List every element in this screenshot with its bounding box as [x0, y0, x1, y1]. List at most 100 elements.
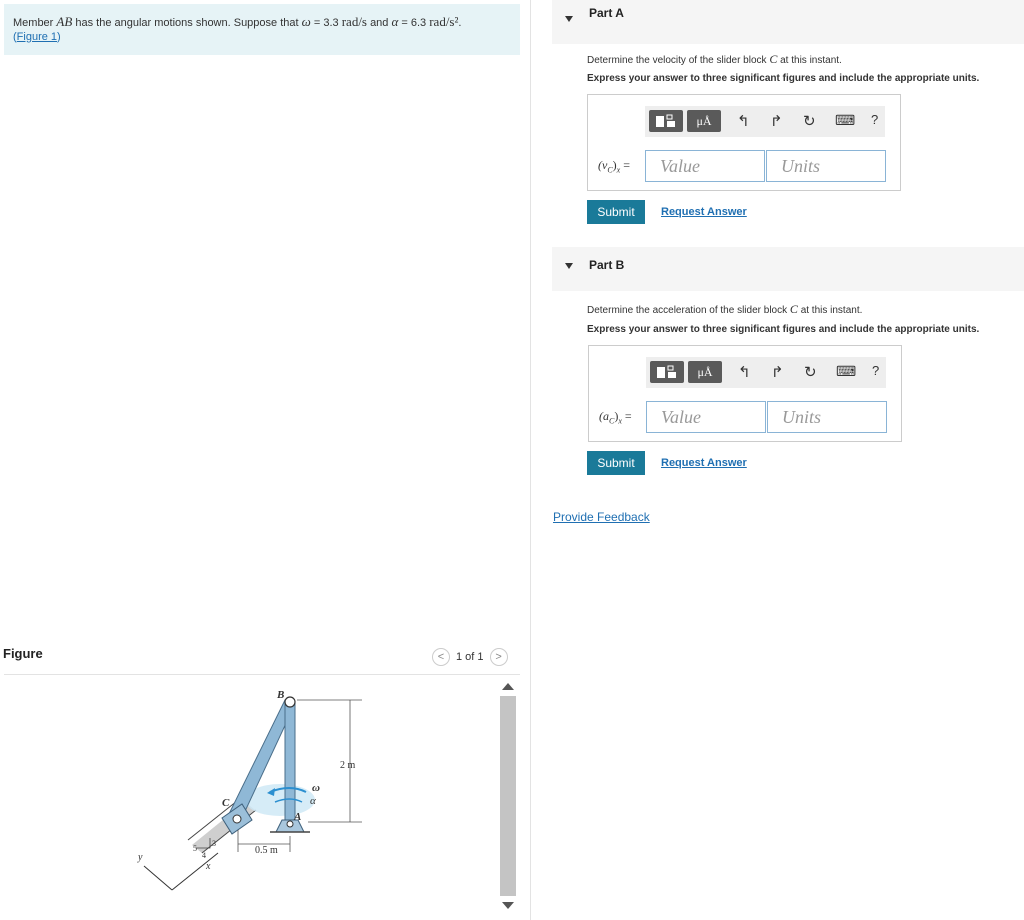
units-button[interactable]: μÅ — [687, 110, 721, 132]
units-input[interactable]: Units — [766, 150, 886, 182]
part-a-header[interactable]: Part A — [552, 0, 1024, 44]
part-a-instruction: Express your answer to three significant… — [587, 73, 980, 84]
scroll-thumb[interactable] — [500, 696, 516, 896]
figure-link-close: ) — [57, 31, 61, 43]
keyboard-icon[interactable]: ⌨ — [835, 112, 855, 129]
question-text-post: at this instant. — [800, 305, 863, 316]
part-b-title: Part B — [589, 258, 625, 272]
provide-feedback-link[interactable]: Provide Feedback — [553, 510, 650, 524]
label-axis-x: x — [205, 861, 211, 872]
pin-b — [284, 696, 296, 708]
value-input[interactable]: Value — [646, 401, 766, 433]
part-a-title: Part A — [589, 6, 624, 20]
velocity-label: (vC)x = — [598, 158, 630, 174]
pin-c — [232, 814, 242, 824]
template-icon — [656, 114, 675, 127]
label-main: (v — [598, 158, 608, 172]
part-b-header[interactable]: Part B — [552, 247, 1024, 291]
template-icon — [657, 365, 676, 378]
help-icon[interactable]: ? — [872, 363, 879, 378]
label-main: (a — [599, 409, 609, 423]
label-eq: = — [620, 158, 631, 172]
omega-value: = 3.3 — [313, 17, 339, 29]
question-var: C — [789, 302, 798, 316]
label-slope-4: 4 — [202, 851, 206, 860]
template-button[interactable] — [650, 361, 684, 383]
collapse-triangle-icon[interactable] — [565, 16, 573, 22]
label-omega: ω — [312, 782, 320, 794]
axis-y-line — [143, 865, 173, 891]
template-button[interactable] — [649, 110, 683, 132]
mechanism-figure: B C A ω α 2 m 0.5 m 5 4 3 y x — [137, 689, 362, 891]
problem-text-mid: has the angular motions shown. Suppose t… — [75, 17, 299, 29]
undo-icon[interactable]: ↰ — [737, 112, 750, 130]
label-c: C — [222, 797, 230, 809]
redo-icon[interactable]: ↱ — [771, 363, 784, 381]
problem-statement: Member AB has the angular motions shown.… — [4, 4, 520, 55]
label-05m: 0.5 m — [255, 845, 278, 856]
part-a-answer-box: μÅ ↰ ↱ ↻ ⌨ ? (vC)x = Value Units — [587, 94, 901, 191]
part-b-question: Determine the acceleration of the slider… — [587, 302, 862, 317]
problem-text: Member — [13, 17, 54, 29]
member-ab — [284, 701, 296, 828]
part-b-instruction: Express your answer to three significant… — [587, 324, 980, 335]
part-a-submit-button[interactable]: Submit — [587, 200, 645, 224]
label-2m: 2 m — [340, 760, 356, 771]
pin-a — [286, 820, 294, 828]
question-text: Determine the velocity of the slider blo… — [587, 55, 767, 66]
units-icon: μÅ — [696, 113, 712, 128]
figure-link-line: (Figure 1) — [13, 31, 511, 43]
reset-icon[interactable]: ↻ — [803, 112, 816, 130]
part-b-request-answer-link[interactable]: Request Answer — [661, 457, 747, 469]
part-b-submit-button[interactable]: Submit — [587, 451, 645, 475]
collapse-triangle-icon[interactable] — [565, 263, 573, 269]
part-a-question: Determine the velocity of the slider blo… — [587, 52, 842, 67]
undo-icon[interactable]: ↰ — [738, 363, 751, 381]
omega-symbol: ω — [301, 14, 311, 29]
column-divider — [530, 0, 531, 920]
figure-link[interactable]: Figure 1 — [17, 31, 57, 43]
prev-figure-button[interactable]: < — [432, 648, 450, 666]
chevron-right-icon: > — [495, 651, 502, 663]
label-slope-3: 3 — [212, 839, 216, 848]
scroll-up-icon[interactable] — [502, 683, 514, 690]
label-axis-y: y — [137, 852, 143, 863]
keyboard-icon[interactable]: ⌨ — [836, 363, 856, 380]
math-toolbar: μÅ ↰ ↱ ↻ ⌨ ? — [645, 106, 885, 137]
units-icon: μÅ — [697, 364, 713, 379]
reset-icon[interactable]: ↻ — [804, 363, 817, 381]
figure-scrollbar[interactable] — [498, 678, 518, 916]
redo-icon[interactable]: ↱ — [770, 112, 783, 130]
label-a: A — [293, 811, 301, 823]
help-icon[interactable]: ? — [871, 112, 878, 127]
value-input[interactable]: Value — [645, 150, 765, 182]
acceleration-label: (aC)x = — [599, 409, 632, 425]
label-alpha: α — [310, 795, 316, 807]
omega-unit: rad/s — [341, 14, 367, 29]
part-a-request-answer-link[interactable]: Request Answer — [661, 206, 747, 218]
label-slope-5: 5 — [193, 844, 197, 853]
label-b: B — [276, 689, 284, 701]
question-var: C — [769, 52, 778, 66]
units-button[interactable]: μÅ — [688, 361, 722, 383]
figure-title: Figure — [3, 646, 43, 661]
alpha-symbol: α — [391, 14, 399, 29]
figure-pager: < 1 of 1 > — [432, 648, 508, 666]
label-eq: = — [621, 409, 632, 423]
next-figure-button[interactable]: > — [489, 648, 508, 666]
problem-and: and — [370, 17, 389, 29]
member-name: AB — [56, 14, 73, 29]
problem-period: . — [458, 17, 462, 29]
question-text-post: at this instant. — [780, 55, 842, 66]
figure-divider — [4, 674, 520, 675]
part-b-answer-box: μÅ ↰ ↱ ↻ ⌨ ? (aC)x = Value Units — [588, 345, 902, 442]
question-text: Determine the acceleration of the slider… — [587, 305, 788, 316]
axis-x-line — [171, 852, 219, 891]
problem-line: Member AB has the angular motions shown.… — [13, 14, 511, 31]
scroll-down-icon[interactable] — [502, 902, 514, 909]
math-toolbar: μÅ ↰ ↱ ↻ ⌨ ? — [646, 357, 886, 388]
alpha-value: = 6.3 — [401, 17, 427, 29]
pager-count: 1 of 1 — [456, 651, 484, 663]
units-input[interactable]: Units — [767, 401, 887, 433]
chevron-left-icon: < — [437, 651, 445, 663]
